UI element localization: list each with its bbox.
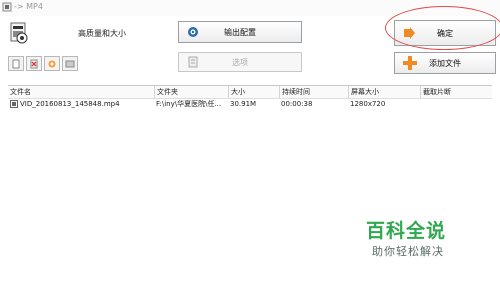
- add-file-button[interactable]: 添加文件: [394, 52, 496, 74]
- toolbar-remove-button[interactable]: [26, 56, 42, 71]
- cell-screen-size: 1280x720: [350, 100, 386, 108]
- video-file-small-icon: [10, 100, 18, 108]
- watermark-subtitle: 助你轻松解决: [372, 245, 444, 258]
- gear-icon: [188, 27, 198, 37]
- column-header-filename[interactable]: 文件名: [8, 86, 154, 98]
- file-add-icon: [12, 59, 20, 68]
- table-row[interactable]: VID_20160813_145848.mp4 F:\iny\华夏医院\任...…: [8, 98, 492, 110]
- options-icon: [188, 56, 198, 68]
- toolbar-add-file-button[interactable]: [8, 56, 24, 71]
- options-button[interactable]: 选项: [178, 52, 302, 72]
- table-header: 文件名 文件夹 大小 持续时间 屏幕大小 截取片断: [8, 85, 492, 99]
- output-config-label: 输出配置: [224, 27, 256, 37]
- toolbar-clear-button[interactable]: [44, 56, 60, 71]
- title-bar: -> MP4: [0, 0, 500, 16]
- cell-filename: VID_20160813_145848.mp4: [20, 100, 120, 108]
- ok-label: 确定: [437, 28, 453, 38]
- column-header-size[interactable]: 大小: [228, 86, 279, 98]
- watermark-title: 百科全说: [366, 220, 447, 242]
- play-icon: [65, 60, 75, 67]
- clear-icon: [48, 60, 56, 67]
- column-header-folder[interactable]: 文件夹: [154, 86, 228, 98]
- window-title: -> MP4: [14, 2, 43, 11]
- remove-icon: [30, 59, 38, 68]
- output-config-button[interactable]: 输出配置: [178, 21, 302, 43]
- add-file-label: 添加文件: [429, 58, 461, 68]
- column-header-clip[interactable]: 截取片断: [420, 86, 492, 98]
- ok-button[interactable]: 确定: [394, 20, 496, 46]
- cell-folder: F:\iny\华夏医院\任...: [156, 100, 222, 108]
- cell-duration: 00:00:38: [281, 100, 313, 108]
- plus-icon: [403, 56, 417, 70]
- cell-size: 30.91M: [230, 100, 257, 108]
- toolbar-play-button[interactable]: [62, 56, 78, 71]
- cell-clip: [420, 98, 492, 110]
- video-file-icon: [10, 22, 28, 44]
- options-label: 选项: [232, 57, 248, 67]
- app-window-icon: [2, 2, 12, 12]
- column-header-duration[interactable]: 持续时间: [279, 86, 348, 98]
- quality-label: 高质量和大小: [78, 29, 126, 38]
- column-header-screen-size[interactable]: 屏幕大小: [348, 86, 420, 98]
- arrow-right-icon: [404, 27, 415, 39]
